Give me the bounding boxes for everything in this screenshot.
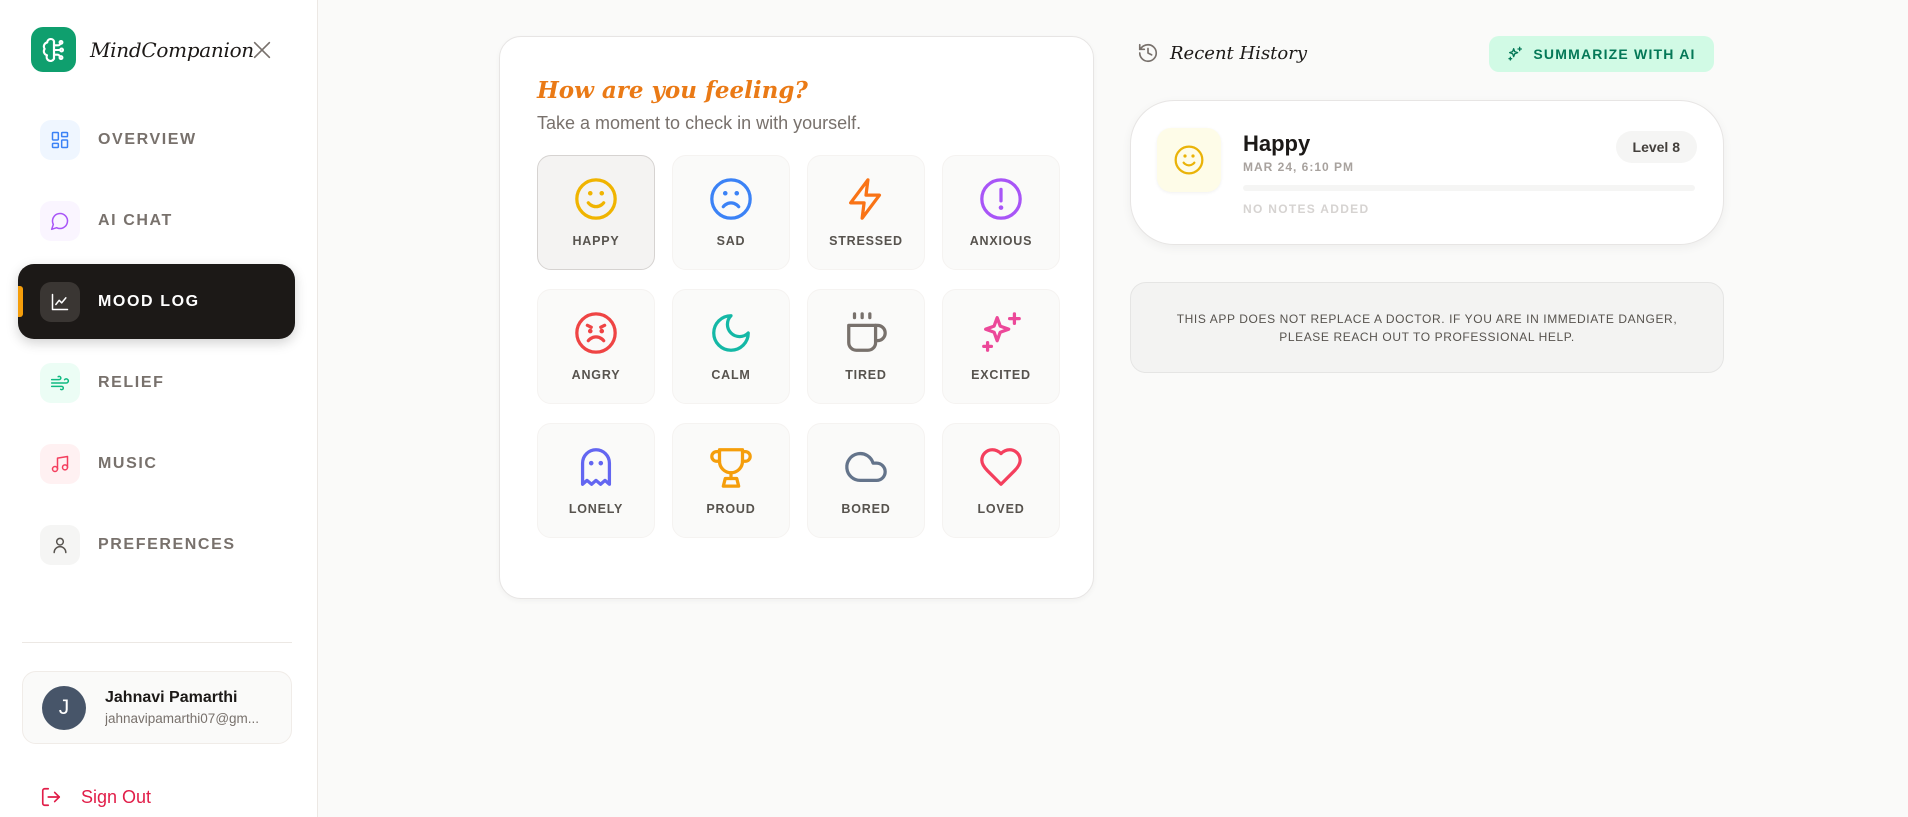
frown-icon xyxy=(708,176,754,222)
ghost-icon xyxy=(573,444,619,490)
entry-divider-bar xyxy=(1243,185,1695,191)
trophy-icon xyxy=(708,444,754,490)
mood-option-angry[interactable]: ANGRY xyxy=(537,289,655,404)
log-out-icon xyxy=(41,787,61,807)
sidebar-item-preferences[interactable]: PREFERENCES xyxy=(18,507,295,582)
divider xyxy=(22,642,292,643)
mood-label: ANXIOUS xyxy=(969,234,1033,248)
sidebar-item-overview[interactable]: OVERVIEW xyxy=(18,102,295,177)
entry-level-badge: Level 8 xyxy=(1615,131,1697,163)
sidebar-item-ai-chat[interactable]: AI CHAT xyxy=(18,183,295,258)
mood-label: SAD xyxy=(716,234,746,248)
mood-label: LOVED xyxy=(977,502,1025,516)
mood-label: STRESSED xyxy=(829,234,903,248)
user-email: jahnavipamarthi07@gm... xyxy=(105,711,260,726)
mood-label: EXCITED xyxy=(971,368,1031,382)
coffee-cup-icon xyxy=(843,310,889,356)
music-note-icon xyxy=(40,443,80,484)
mood-option-tired[interactable]: TIRED xyxy=(807,289,925,404)
line-chart-icon xyxy=(40,281,80,322)
mood-option-sad[interactable]: SAD xyxy=(672,155,790,270)
brand-name: MindCompanion xyxy=(90,37,254,62)
close-icon xyxy=(253,41,271,59)
entry-notes: NO NOTES ADDED xyxy=(1243,202,1370,216)
mood-option-bored[interactable]: BORED xyxy=(807,423,925,538)
sign-out-label: Sign Out xyxy=(81,786,152,807)
alert-circle-icon xyxy=(978,176,1024,222)
mood-option-proud[interactable]: PROUD xyxy=(672,423,790,538)
sidebar-item-label: AI CHAT xyxy=(98,211,173,229)
mood-option-calm[interactable]: CALM xyxy=(672,289,790,404)
mood-option-stressed[interactable]: STRESSED xyxy=(807,155,925,270)
mood-label: TIRED xyxy=(845,368,887,382)
entry-mood: Happy xyxy=(1243,131,1311,156)
mood-label: PROUD xyxy=(706,502,756,516)
mood-label: ANGRY xyxy=(571,368,621,382)
medical-disclaimer: THIS APP DOES NOT REPLACE A DOCTOR. IF Y… xyxy=(1130,282,1724,373)
active-indicator xyxy=(18,286,23,317)
smile-icon xyxy=(1157,128,1221,192)
grid-icon xyxy=(40,119,80,160)
mood-grid: HAPPY SAD STRESSED ANXIOUS ANGRY CALM TI… xyxy=(537,155,1060,538)
mood-label: CALM xyxy=(711,368,751,382)
mood-label: HAPPY xyxy=(572,234,620,248)
mood-title: How are you feeling? xyxy=(537,77,808,104)
recent-history-title: Recent History xyxy=(1170,42,1308,64)
brand[interactable]: MindCompanion xyxy=(31,27,254,72)
sparkles-icon xyxy=(1508,46,1523,61)
recent-history-header: Recent History xyxy=(1137,42,1307,64)
angry-face-icon xyxy=(573,310,619,356)
sidebar-nav: OVERVIEW AI CHAT MOOD LOG RELIEF MUSIC P… xyxy=(18,102,295,588)
user-profile-card[interactable]: J Jahnavi Pamarthi jahnavipamarthi07@gm.… xyxy=(22,671,292,744)
sidebar-item-music[interactable]: MUSIC xyxy=(18,426,295,501)
close-sidebar-button[interactable] xyxy=(247,35,277,65)
lightning-icon xyxy=(843,176,889,222)
history-icon xyxy=(1138,43,1158,63)
cloud-icon xyxy=(843,444,889,490)
mood-option-anxious[interactable]: ANXIOUS xyxy=(942,155,1060,270)
sidebar-item-label: OVERVIEW xyxy=(98,130,197,148)
user-icon xyxy=(40,524,80,565)
heart-icon xyxy=(978,444,1024,490)
mood-label: BORED xyxy=(841,502,891,516)
smile-icon xyxy=(573,176,619,222)
mood-option-loved[interactable]: LOVED xyxy=(942,423,1060,538)
sidebar-item-label: RELIEF xyxy=(98,373,165,391)
sidebar-item-mood-log[interactable]: MOOD LOG xyxy=(18,264,295,339)
mood-option-happy[interactable]: HAPPY xyxy=(537,155,655,270)
wind-icon xyxy=(40,362,80,403)
summarize-label: SUMMARIZE WITH AI xyxy=(1533,46,1696,62)
moon-icon xyxy=(708,310,754,356)
sidebar-item-label: MOOD LOG xyxy=(98,292,200,310)
entry-date: MAR 24, 6:10 PM xyxy=(1243,160,1355,174)
sparkles-icon xyxy=(978,310,1024,356)
brain-logo-icon xyxy=(31,27,76,72)
sidebar-item-label: MUSIC xyxy=(98,454,158,472)
summarize-with-ai-button[interactable]: SUMMARIZE WITH AI xyxy=(1489,36,1714,72)
sidebar: MindCompanion OVERVIEW AI CHAT MOOD LOG … xyxy=(0,0,318,817)
mood-subtitle: Take a moment to check in with yourself. xyxy=(537,113,862,133)
mood-option-lonely[interactable]: LONELY xyxy=(537,423,655,538)
history-entry[interactable]: Happy MAR 24, 6:10 PM Level 8 NO NOTES A… xyxy=(1130,100,1724,245)
sign-out-button[interactable]: Sign Out xyxy=(40,786,151,808)
user-name: Jahnavi Pamarthi xyxy=(105,689,238,706)
mood-option-excited[interactable]: EXCITED xyxy=(942,289,1060,404)
mood-label: LONELY xyxy=(568,502,624,516)
avatar: J xyxy=(42,685,86,730)
sidebar-item-relief[interactable]: RELIEF xyxy=(18,345,295,420)
sidebar-item-label: PREFERENCES xyxy=(98,535,236,553)
mood-checkin-card: How are you feeling? Take a moment to ch… xyxy=(499,36,1094,599)
chat-bubble-icon xyxy=(40,200,80,241)
